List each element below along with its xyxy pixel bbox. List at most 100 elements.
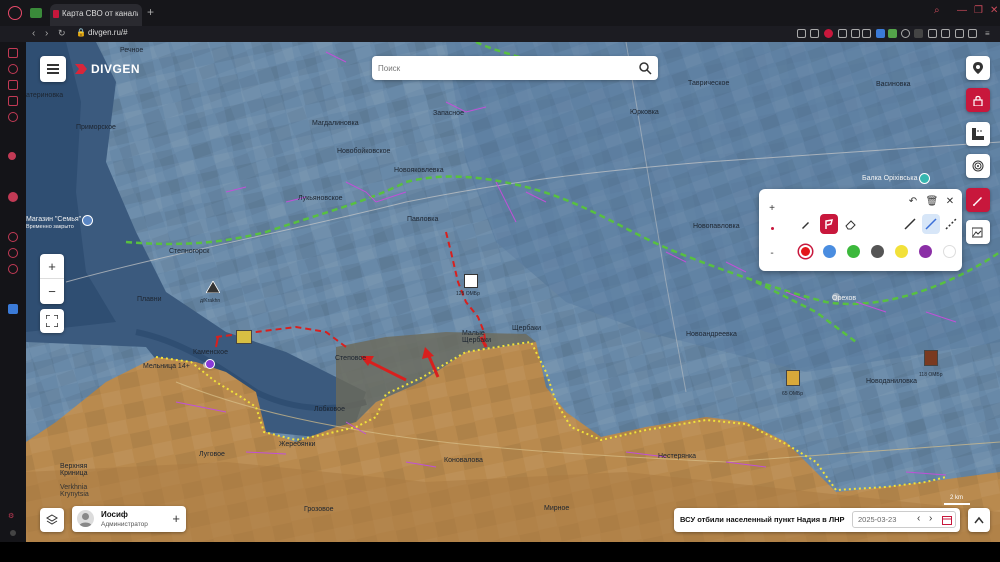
cube-icon[interactable] [928,29,937,38]
browser-logo-icon[interactable] [8,6,22,20]
date-picker[interactable]: 2025-03-23 ‹ › [852,511,956,528]
eraser-tool-icon[interactable] [844,217,858,231]
reading-list-icon[interactable] [8,112,18,122]
dashed-line-tool-icon[interactable] [944,217,958,231]
fullscreen-button[interactable] [40,309,64,333]
history-icon[interactable] [8,64,18,74]
minimize-icon[interactable]: — [957,5,967,16]
date-value: 2025-03-23 [858,515,897,524]
k-extension-icon[interactable] [914,29,923,38]
unit-flag-icon[interactable] [786,370,800,386]
telegram-icon[interactable] [6,150,18,162]
unit-marker-icon[interactable] [205,280,221,294]
unit-flag-icon[interactable] [924,350,938,366]
settings-icon[interactable]: ⚙ [8,512,18,522]
color-purple-swatch[interactable] [919,245,932,258]
new-tab-button[interactable]: + [147,5,154,19]
marker-pin-icon[interactable] [205,359,215,369]
shield-icon[interactable] [955,29,964,38]
music-icon[interactable] [8,232,18,242]
prev-date-button[interactable]: ‹ [917,513,920,524]
app-logo[interactable]: DIVGEN [73,62,140,76]
translate-icon[interactable] [876,29,885,38]
collapse-button[interactable] [968,508,990,532]
poi-pin-icon[interactable] [919,173,930,184]
back-icon[interactable]: ‹ [32,28,35,39]
add-user-button[interactable]: + [172,511,180,526]
record-icon[interactable] [824,29,833,38]
location-pin-icon [973,62,983,74]
search-input[interactable] [378,61,628,75]
map-layer [26,42,1000,542]
login-button[interactable] [966,88,990,112]
feeds-icon[interactable] [8,248,18,258]
undo-icon[interactable]: ↶ [906,194,920,208]
place-mirnoe: Мирное [544,505,570,512]
notes-icon[interactable] [8,96,18,106]
search-tabs-icon[interactable]: ⌕ [934,5,940,16]
hamburger-icon [47,64,59,74]
color-green-swatch[interactable] [847,245,860,258]
place-verkhnia-krynytsia: Verkhnia Krynytsia [60,484,89,498]
color-yellow-swatch[interactable] [895,245,908,258]
camera-icon[interactable] [810,29,819,38]
draw-button[interactable] [966,188,990,212]
brush-tool-icon[interactable] [799,217,813,231]
target-button[interactable] [966,154,990,178]
browser-menu-icon[interactable]: ≡ [985,29,994,38]
puzzle-icon[interactable] [941,29,950,38]
unit-flag-icon[interactable] [464,274,478,288]
map-canvas[interactable]: Речное атериновка Приморское Магдалиновк… [26,42,1000,542]
close-panel-icon[interactable]: ✕ [943,194,957,208]
layers-button[interactable] [40,508,64,532]
place-lobkovoe: Лобковое [314,406,345,413]
pen-icon [973,197,982,206]
tab-bar: Карта СВО от канала DIV + ⌕ — ❐ ✕ [0,0,1000,26]
more-icon[interactable] [10,530,16,536]
close-window-icon[interactable]: ✕ [990,5,998,16]
unit-flag-icon[interactable] [236,330,252,344]
extension-icon[interactable] [797,29,806,38]
reload-icon[interactable]: ↻ [58,28,66,39]
zoom-in-button[interactable]: + [40,254,64,279]
screenshot-button[interactable] [966,220,990,244]
search-icon[interactable] [638,61,652,75]
tab-active[interactable]: Карта СВО от канала DIV [50,4,142,26]
user-card[interactable]: Иосиф Администратор + [72,506,186,532]
pinboard-icon[interactable] [8,264,18,274]
download-icon[interactable] [888,29,897,38]
heart-icon[interactable] [862,29,871,38]
location-button[interactable] [966,56,990,80]
clock-icon[interactable] [901,29,910,38]
color-gray-swatch[interactable] [871,245,884,258]
download-manager-icon[interactable] [968,29,977,38]
color-white-swatch[interactable] [943,245,956,258]
bookmarks-icon[interactable] [8,80,18,90]
forward-icon[interactable]: › [45,28,48,39]
line-tool-icon[interactable] [903,217,917,231]
delete-icon[interactable]: 🗑 [925,194,939,208]
messenger-icon[interactable] [8,192,18,202]
shop-pin-icon[interactable] [82,215,93,226]
speed-dial-icon[interactable] [8,48,18,58]
poi-shop[interactable]: Магазин "Семья" [26,216,81,223]
url-field[interactable]: divgen.ru/# [88,28,128,37]
news-headline[interactable]: ВСУ отбили населенный пункт Надия в ЛНР [680,515,845,524]
send-icon[interactable] [838,29,847,38]
user-name: Иосиф [101,510,128,519]
menu-button[interactable] [40,56,66,82]
color-blue-swatch[interactable] [823,245,836,258]
color-red-swatch[interactable] [799,245,812,258]
size-down-button[interactable]: - [765,246,779,260]
maximize-icon[interactable]: ❐ [974,5,983,16]
zoom-out-button[interactable]: − [40,279,64,304]
play-icon[interactable] [851,29,860,38]
calendar-icon[interactable] [942,515,952,525]
arrow-line-tool-icon[interactable] [922,214,940,234]
ruler-button[interactable] [966,122,990,146]
size-up-button[interactable]: + [765,201,779,215]
marker-tool-icon[interactable] [820,214,838,234]
next-date-button[interactable]: › [929,513,932,524]
workspace-icon[interactable] [30,8,42,18]
app-shortcut-icon[interactable] [8,304,18,314]
